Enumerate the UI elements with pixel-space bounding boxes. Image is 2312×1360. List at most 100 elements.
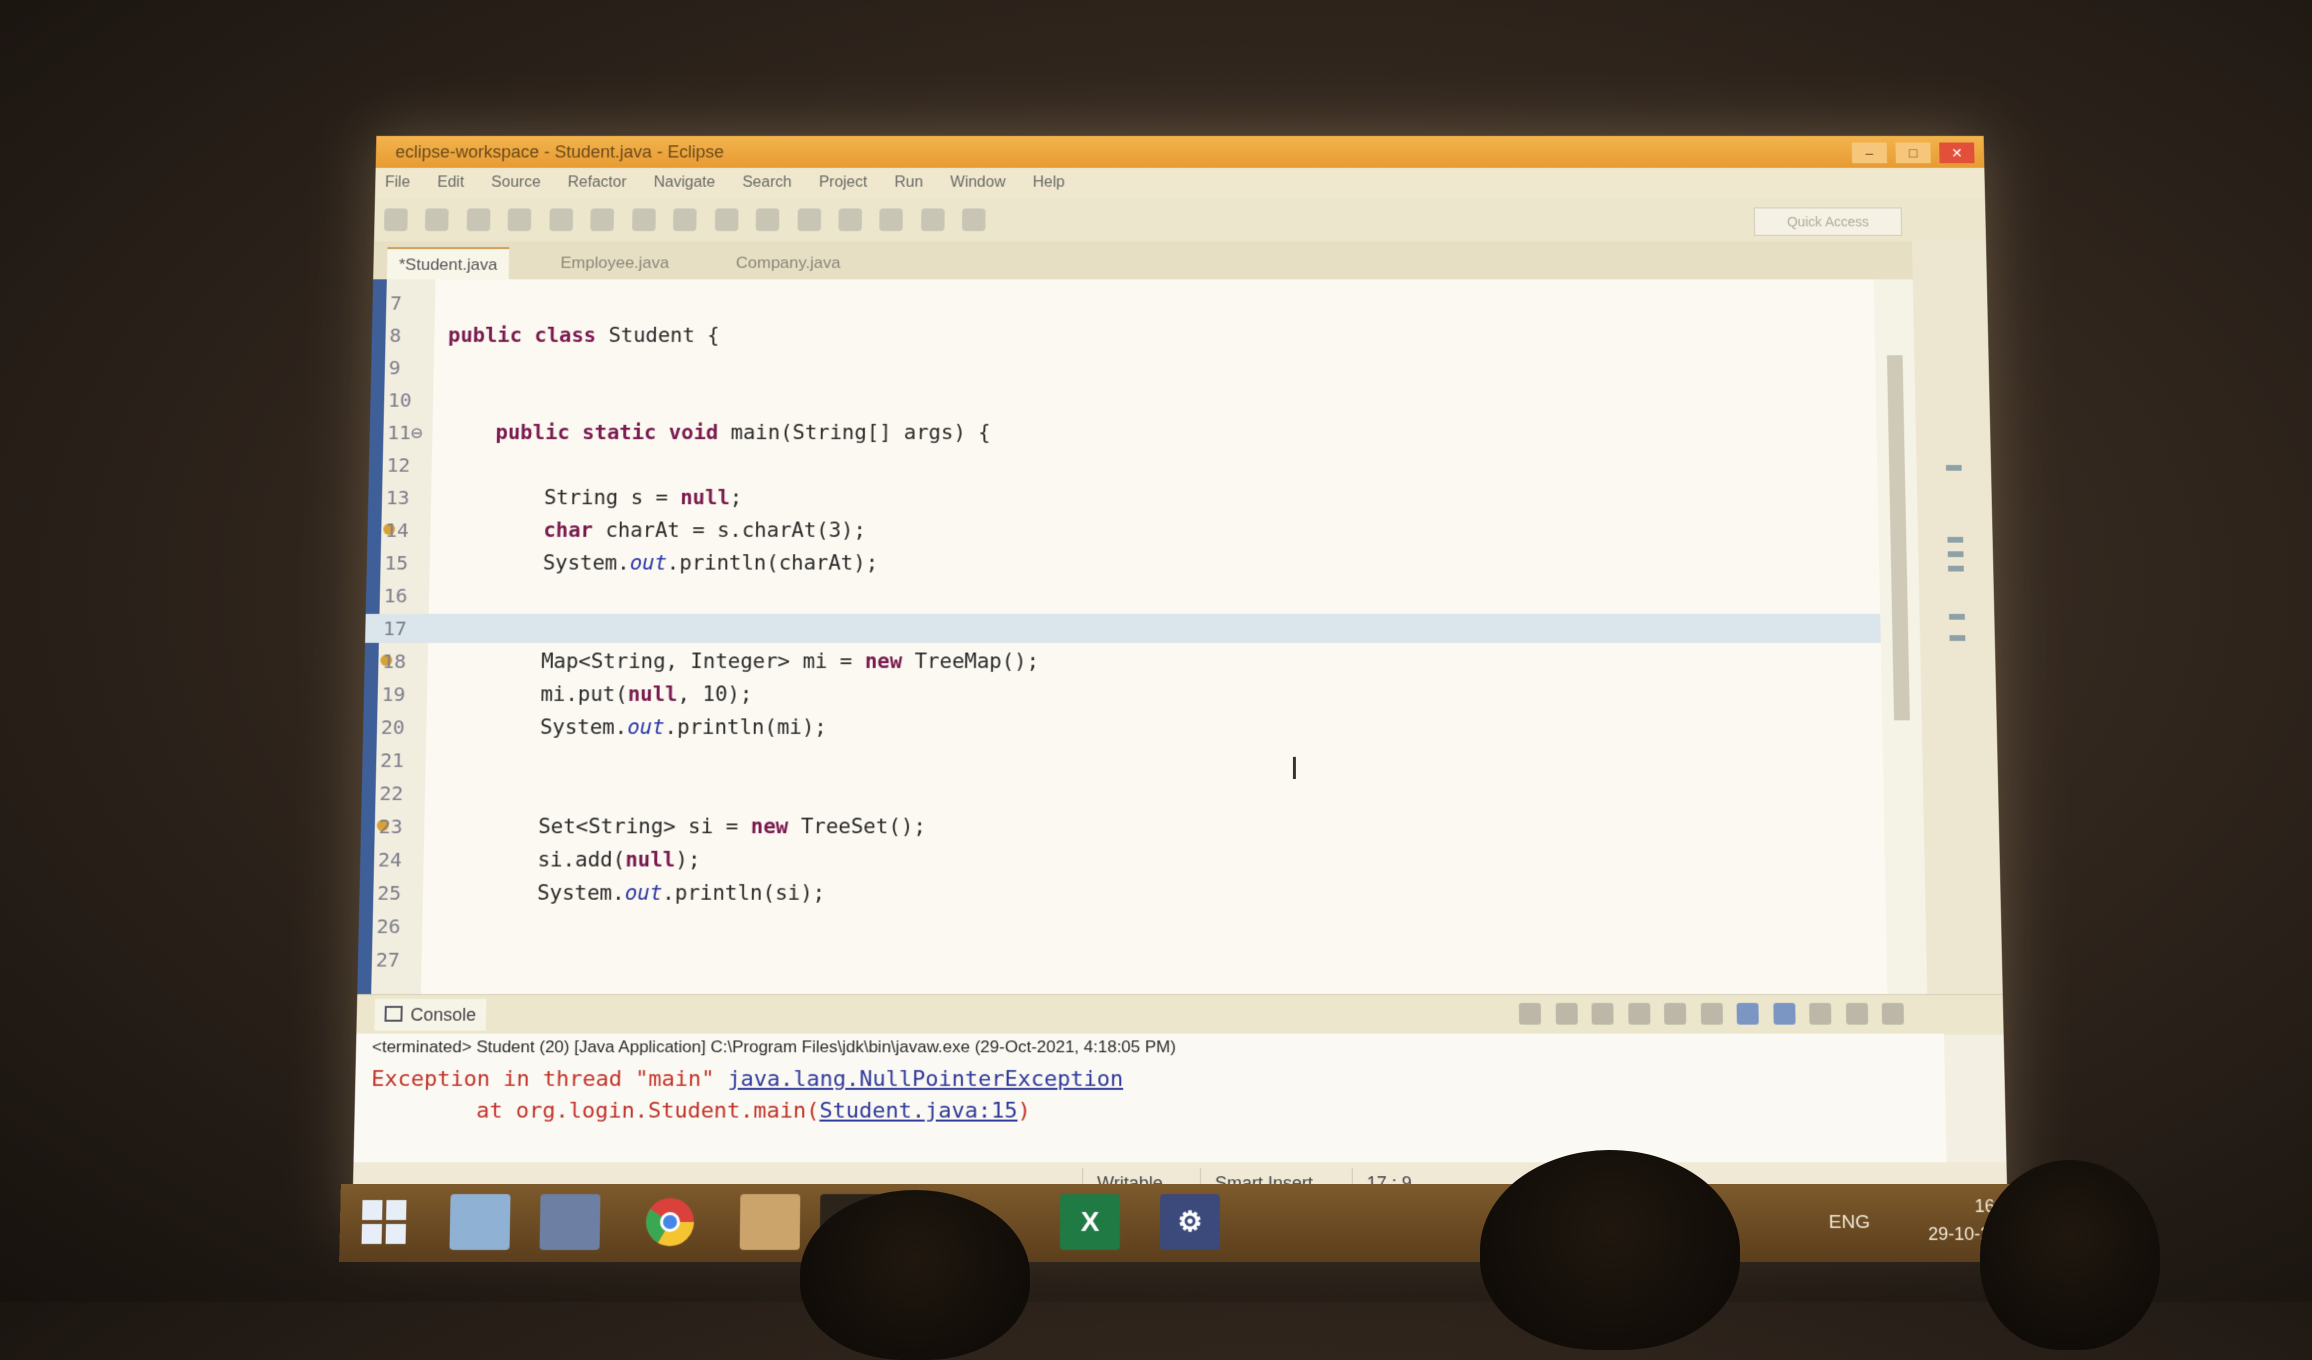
code-line[interactable]: 16 [366,581,1880,610]
new-icon[interactable] [384,208,408,231]
code-line[interactable]: 22 [361,779,1884,808]
console-tab[interactable]: Console [374,999,486,1031]
code-line[interactable]: 8 public class Student { [372,321,1876,350]
menu-item-navigate[interactable]: Navigate [654,174,716,190]
show-console-on-error-icon[interactable] [1773,1003,1795,1025]
terminate-icon[interactable] [1519,1003,1541,1025]
code-line[interactable]: 19 mi.put(null, 10); [364,680,1882,709]
stacktrace-source-link[interactable]: Student.java:15 [819,1099,1017,1124]
code-line[interactable]: 25 System.out.println(si); [359,878,1886,907]
line-number: 26 [372,912,422,941]
code-line[interactable]: 24 si.add(null); [360,845,1885,874]
overview-mark[interactable] [1948,551,1964,557]
exception-class-link[interactable]: java.lang.NullPointerException [727,1067,1123,1092]
console-launch-info: <terminated> Student (20) [Java Applicat… [372,1037,1176,1057]
code-line[interactable]: 7 [372,289,1874,317]
file-explorer-icon[interactable] [449,1194,510,1250]
code-line[interactable]: 21 [362,746,1883,775]
line-code: si.add(null); [437,845,700,874]
menu-item-help[interactable]: Help [1033,174,1065,190]
menu-item-window[interactable]: Window [950,174,1005,190]
next-annotation-icon[interactable] [838,208,862,231]
overview-mark[interactable] [1949,635,1965,641]
code-line[interactable]: 11⊖ public static void main(String[] arg… [369,418,1877,447]
exception-prefix: Exception in thread "main" [371,1067,728,1092]
line-code: public class Student { [448,321,720,350]
code-line[interactable]: 15 System.out.println(charAt); [367,548,1880,577]
run-icon[interactable] [549,208,573,231]
word-wrap-icon[interactable] [1701,1003,1723,1025]
back-icon[interactable] [921,208,945,231]
code-line[interactable]: 10 [370,386,1876,415]
folder-icon[interactable] [740,1194,801,1250]
menu-item-source[interactable]: Source [491,174,541,190]
remove-all-launches-icon[interactable] [1592,1003,1614,1025]
debug-icon[interactable] [508,208,532,231]
new-class-icon[interactable] [714,208,738,231]
overview-mark[interactable] [1946,465,1962,471]
scrollbar-thumb[interactable] [1887,355,1910,720]
notes-app-icon[interactable] [540,1194,601,1250]
tab-company-java[interactable]: Company.java [724,247,852,279]
input-language[interactable]: ENG [1829,1212,1871,1234]
code-line[interactable]: 12 [369,451,1878,480]
quick-access-input[interactable]: Quick Access [1754,207,1902,235]
console-output[interactable]: <terminated> Student (20) [Java Applicat… [354,1034,1947,1163]
external-tools-icon[interactable] [591,208,615,231]
code-line[interactable]: 13 String s = null; [368,483,1878,512]
open-console-icon[interactable] [1882,1003,1904,1025]
new-package-icon[interactable] [673,208,697,231]
windows-start-icon[interactable] [362,1200,407,1244]
maximize-button[interactable]: □ [1895,143,1930,164]
display-selected-console-icon[interactable] [1845,1003,1867,1025]
audience-head [800,1190,1030,1360]
code-line[interactable]: 18 Map<String, Integer> mi = new TreeMap… [364,647,1881,676]
forward-icon[interactable] [962,208,985,231]
overview-mark[interactable] [1947,537,1963,543]
line-number: 17 [379,614,429,643]
remove-launch-icon[interactable] [1556,1003,1578,1025]
code-editor[interactable]: 7 8 public class Student { 9 10 11⊖ public st… [357,279,1887,994]
open-type-icon[interactable] [756,208,780,231]
line-code: mi.put(null, 10); [441,680,753,709]
menu-item-file[interactable]: File [385,174,410,190]
search-icon[interactable] [797,208,821,231]
menu-item-run[interactable]: Run [894,174,923,190]
line-code: public static void main(String[] args) { [446,418,991,447]
previous-annotation-icon[interactable] [880,208,904,231]
code-line[interactable]: 27 [358,945,1887,974]
menu-item-edit[interactable]: Edit [437,174,464,190]
close-button[interactable]: ✕ [1939,143,1974,164]
code-line[interactable]: 9 [371,353,1876,382]
eclipse-icon[interactable]: ⚙ [1160,1194,1220,1250]
console-stacktrace-line: at org.login.Student.main(Student.java:1… [370,1099,1030,1124]
code-line[interactable]: 23 Set<String> si = new TreeSet(); [361,812,1885,841]
pin-console-icon[interactable] [1809,1003,1831,1025]
code-line[interactable]: 20 System.out.println(mi); [363,713,1883,742]
overview-mark[interactable] [1949,614,1965,620]
line-number: 24 [374,845,424,874]
menu-item-refactor[interactable]: Refactor [568,174,627,190]
tab-student-java[interactable]: *Student.java [387,247,510,281]
save-all-icon[interactable] [467,208,491,231]
tab-employee-java[interactable]: Employee.java [549,247,681,279]
minimize-button[interactable]: – [1852,143,1887,164]
code-line[interactable]: 14 char charAt = s.charAt(3); [367,516,1879,545]
editor-tab-strip: *Student.java Employee.java Company.java [373,241,1987,279]
clear-console-icon[interactable] [1628,1003,1650,1025]
console-icon [384,1006,402,1022]
save-icon[interactable] [425,208,449,231]
show-console-on-output-icon[interactable] [1737,1003,1759,1025]
menu-item-project[interactable]: Project [819,174,868,190]
scroll-lock-icon[interactable] [1664,1003,1686,1025]
line-code: System.out.println(mi); [440,713,827,742]
menu-item-search[interactable]: Search [742,174,791,190]
excel-icon[interactable]: X [1060,1194,1120,1250]
new-java-project-icon[interactable] [632,208,656,231]
code-line[interactable]: 26 [358,912,1886,941]
code-line[interactable]: 17 [365,614,1881,643]
overview-mark[interactable] [1948,566,1964,572]
line-number: 20 [377,713,427,742]
console-view-header: Console [356,994,2003,1034]
chrome-icon[interactable] [640,1194,701,1250]
